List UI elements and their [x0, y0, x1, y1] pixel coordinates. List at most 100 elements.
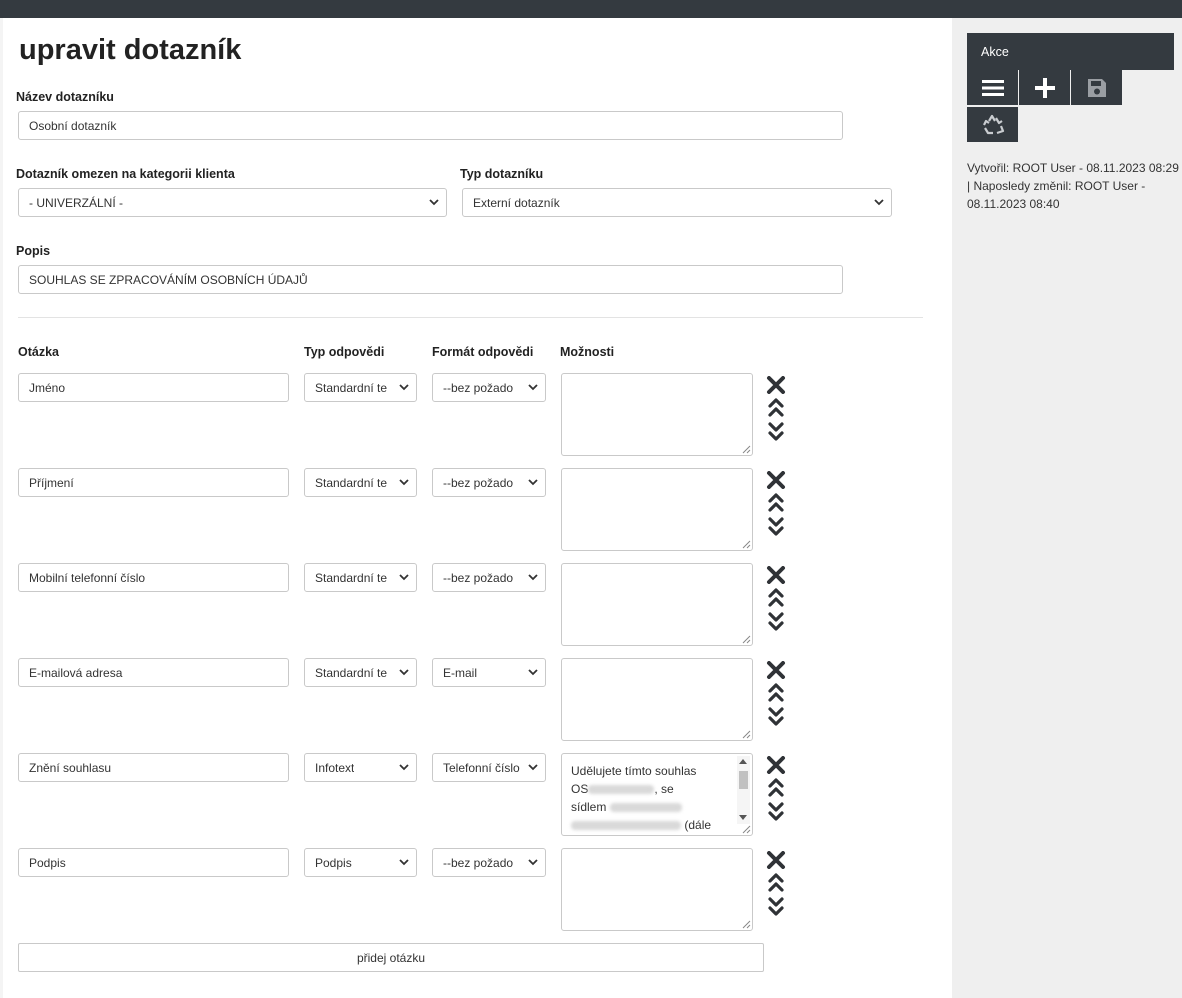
scrollbar[interactable] [737, 756, 750, 824]
chevron-down-icon [399, 859, 409, 866]
chevron-double-up-icon[interactable] [766, 682, 786, 704]
options-textarea[interactable] [561, 563, 753, 646]
options-line: sídlem [571, 798, 732, 816]
chevron-double-down-icon[interactable] [766, 515, 786, 537]
answer-type-select[interactable]: Standardní te [304, 658, 417, 687]
options-text: , se [654, 782, 674, 796]
name-label: Název dotazníku [16, 90, 114, 104]
description-input-value: SOUHLAS SE ZPRACOVÁNÍM OSOBNÍCH ÚDAJŮ [29, 272, 308, 287]
chevron-double-down-icon[interactable] [766, 420, 786, 442]
main-panel: upravit dotazník Název dotazníku Osobní … [3, 18, 952, 998]
resize-grip-icon[interactable] [742, 730, 751, 739]
resize-grip-icon[interactable] [742, 825, 751, 834]
answer-type-value: Standardní te [315, 570, 388, 585]
type-select[interactable]: Externí dotazník [462, 188, 892, 217]
audit-info: Vytvořil: ROOT User - 08.11.2023 08:29 |… [967, 161, 1179, 211]
answer-type-header: Typ odpovědi [304, 345, 385, 359]
category-select[interactable]: - UNIVERZÁLNÍ - [18, 188, 447, 217]
question-input[interactable]: Jméno [18, 373, 289, 402]
question-row: Mobilní telefonní číslo Standardní te --… [3, 563, 952, 653]
answer-type-select[interactable]: Infotext [304, 753, 417, 782]
question-input[interactable]: Znění souhlasu [18, 753, 289, 782]
chevron-double-down-icon[interactable] [766, 610, 786, 632]
chevron-double-down-icon[interactable] [766, 800, 786, 822]
type-select-value: Externí dotazník [473, 195, 560, 210]
options-text: sídlem [571, 800, 607, 814]
divider [18, 317, 923, 318]
chevron-double-up-icon[interactable] [766, 492, 786, 514]
chevron-double-up-icon[interactable] [766, 587, 786, 609]
answer-format-select[interactable]: --bez požado [432, 848, 546, 877]
options-textarea[interactable]: Udělujete tímto souhlas OS , se sídlem (d… [561, 753, 753, 836]
chevron-double-up-icon[interactable] [766, 397, 786, 419]
chevron-double-up-icon[interactable] [766, 872, 786, 894]
chevron-down-icon [399, 669, 409, 676]
answer-format-select[interactable]: E-mail [432, 658, 546, 687]
answer-format-select[interactable]: --bez požado [432, 563, 546, 592]
category-label: Dotazník omezen na kategorii klienta [16, 167, 235, 181]
chevron-double-down-icon[interactable] [766, 895, 786, 917]
answer-format-value: --bez požado [443, 855, 514, 870]
close-icon[interactable] [766, 471, 786, 489]
close-icon[interactable] [766, 851, 786, 869]
close-icon[interactable] [766, 376, 786, 394]
chevron-down-icon [399, 384, 409, 391]
answer-format-value: E-mail [443, 665, 478, 680]
close-icon[interactable] [766, 661, 786, 679]
plus-icon [1034, 77, 1055, 98]
answer-type-select[interactable]: Standardní te [304, 563, 417, 592]
answer-type-value: Standardní te [315, 475, 388, 490]
row-controls [766, 471, 786, 537]
answer-type-select[interactable]: Standardní te [304, 468, 417, 497]
add-button[interactable] [1019, 70, 1070, 105]
resize-grip-icon[interactable] [742, 635, 751, 644]
answer-type-select[interactable]: Standardní te [304, 373, 417, 402]
recycle-icon [982, 114, 1004, 134]
close-icon[interactable] [766, 566, 786, 584]
options-textarea[interactable] [561, 658, 753, 741]
description-input[interactable]: SOUHLAS SE ZPRACOVÁNÍM OSOBNÍCH ÚDAJŮ [18, 265, 843, 294]
name-input[interactable]: Osobní dotazník [18, 111, 843, 140]
description-label: Popis [16, 244, 51, 258]
options-textarea[interactable] [561, 848, 753, 931]
options-line: Udělujete tímto souhlas [571, 764, 697, 778]
resize-grip-icon[interactable] [742, 540, 751, 549]
chevron-down-icon [528, 859, 538, 866]
close-icon[interactable] [766, 756, 786, 774]
chevron-down-icon [528, 384, 538, 391]
answer-format-value: Telefonní číslo [443, 760, 520, 775]
question-row: E-mailová adresa Standardní te E-mail [3, 658, 952, 748]
answer-format-select[interactable]: --bez požado [432, 373, 546, 402]
chevron-down-icon [399, 764, 409, 771]
answer-type-value: Podpis [315, 855, 352, 870]
resize-grip-icon[interactable] [742, 920, 751, 929]
question-input[interactable]: Mobilní telefonní číslo [18, 563, 289, 592]
resize-grip-icon[interactable] [742, 445, 751, 454]
question-input[interactable]: Podpis [18, 848, 289, 877]
add-question-button[interactable]: přidej otázku [18, 943, 764, 972]
options-textarea[interactable] [561, 373, 753, 456]
chevron-down-icon [399, 574, 409, 581]
answer-type-value: Infotext [315, 760, 355, 775]
redacted-text [609, 803, 682, 813]
save-button[interactable] [1071, 70, 1122, 105]
menu-button[interactable] [967, 70, 1018, 105]
chevron-double-up-icon[interactable] [766, 777, 786, 799]
question-input-value: Podpis [29, 855, 66, 870]
question-input[interactable]: E-mailová adresa [18, 658, 289, 687]
chevron-down-icon [399, 479, 409, 486]
category-select-value: - UNIVERZÁLNÍ - [29, 195, 124, 210]
answer-format-select[interactable]: Telefonní číslo [432, 753, 546, 782]
question-input[interactable]: Příjmení [18, 468, 289, 497]
question-row: Znění souhlasu Infotext Telefonní číslo … [3, 753, 952, 843]
chevron-double-down-icon[interactable] [766, 705, 786, 727]
options-line: OS , se [571, 780, 732, 798]
question-row: Příjmení Standardní te --bez požado [3, 468, 952, 558]
top-bar [0, 0, 1182, 18]
answer-format-select[interactable]: --bez požado [432, 468, 546, 497]
row-controls [766, 376, 786, 442]
answer-type-select[interactable]: Podpis [304, 848, 417, 877]
answer-format-value: --bez požado [443, 570, 514, 585]
options-textarea[interactable] [561, 468, 753, 551]
recycle-button[interactable] [967, 107, 1018, 142]
